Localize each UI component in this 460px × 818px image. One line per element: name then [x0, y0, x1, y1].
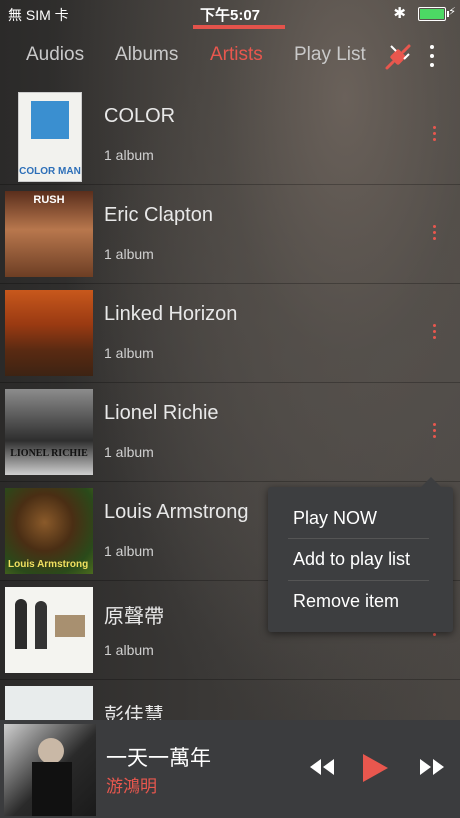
fast-forward-icon[interactable]: [418, 756, 446, 778]
album-art: [5, 290, 93, 376]
now-playing-art: [4, 724, 96, 816]
artist-list: COLOR MAN COLOR 1 album RUSH Eric Clapto…: [0, 86, 460, 779]
artist-name: 原聲帶: [104, 606, 164, 628]
plug-icon[interactable]: [383, 42, 413, 72]
album-count: 1 album: [104, 444, 154, 460]
track-title: 一天一萬年: [106, 747, 211, 770]
album-art: Louis Armstrong: [5, 488, 93, 574]
album-count: 1 album: [104, 345, 154, 361]
menu-divider: [288, 538, 429, 539]
list-item[interactable]: RUSH Eric Clapton 1 album: [0, 185, 460, 284]
more-options-icon[interactable]: [424, 42, 440, 70]
album-art-text: Louis Armstrong: [8, 559, 89, 570]
row-more-icon[interactable]: [428, 423, 440, 441]
album-art: LIONEL RICHIE: [5, 389, 93, 475]
list-item[interactable]: COLOR MAN COLOR 1 album: [0, 86, 460, 185]
artist-name: COLOR: [104, 105, 176, 127]
album-art: COLOR MAN: [18, 92, 82, 182]
now-playing-bar[interactable]: 一天一萬年 游鴻明: [0, 720, 460, 818]
menu-item-remove[interactable]: Remove item: [293, 591, 399, 612]
track-artist: 游鴻明: [106, 777, 157, 796]
status-bar: 無 SIM 卡 下午5:07 ✱ ⚡: [0, 0, 460, 29]
row-more-icon[interactable]: [428, 324, 440, 342]
menu-divider: [288, 580, 429, 581]
artist-name: Lionel Richie: [104, 402, 219, 424]
battery-icon: [418, 7, 449, 21]
album-art-text: LIONEL RICHIE: [10, 448, 88, 459]
album-art: RUSH: [5, 191, 93, 277]
artist-name: Linked Horizon: [104, 303, 238, 325]
bluetooth-icon: ✱: [393, 5, 406, 22]
tab-play-list[interactable]: Play List: [294, 44, 366, 66]
menu-item-play-now[interactable]: Play NOW: [293, 508, 377, 529]
album-art-text: RUSH: [33, 194, 65, 206]
artist-name: Louis Armstrong: [104, 501, 249, 523]
row-more-icon[interactable]: [428, 126, 440, 144]
list-item[interactable]: LIONEL RICHIE Lionel Richie 1 album: [0, 383, 460, 482]
row-more-icon[interactable]: [428, 225, 440, 243]
artist-name: Eric Clapton: [104, 204, 213, 226]
play-icon[interactable]: [360, 752, 390, 784]
context-menu: Play NOW Add to play list Remove item: [268, 477, 453, 632]
album-art-text: COLOR MAN: [19, 166, 81, 177]
album-count: 1 album: [104, 642, 154, 658]
clock: 下午5:07: [199, 7, 261, 24]
album-art: [5, 587, 93, 673]
clock-underline: [193, 25, 285, 29]
charging-icon: ⚡: [448, 6, 456, 18]
tab-artists[interactable]: Artists: [210, 44, 263, 66]
album-count: 1 album: [104, 543, 154, 559]
rewind-icon[interactable]: [308, 756, 336, 778]
tab-albums[interactable]: Albums: [115, 44, 178, 66]
album-count: 1 album: [104, 147, 154, 163]
album-count: 1 album: [104, 246, 154, 262]
menu-item-add-to-playlist[interactable]: Add to play list: [293, 549, 410, 570]
list-item[interactable]: Linked Horizon 1 album: [0, 284, 460, 383]
tab-audios[interactable]: Audios: [26, 44, 84, 66]
